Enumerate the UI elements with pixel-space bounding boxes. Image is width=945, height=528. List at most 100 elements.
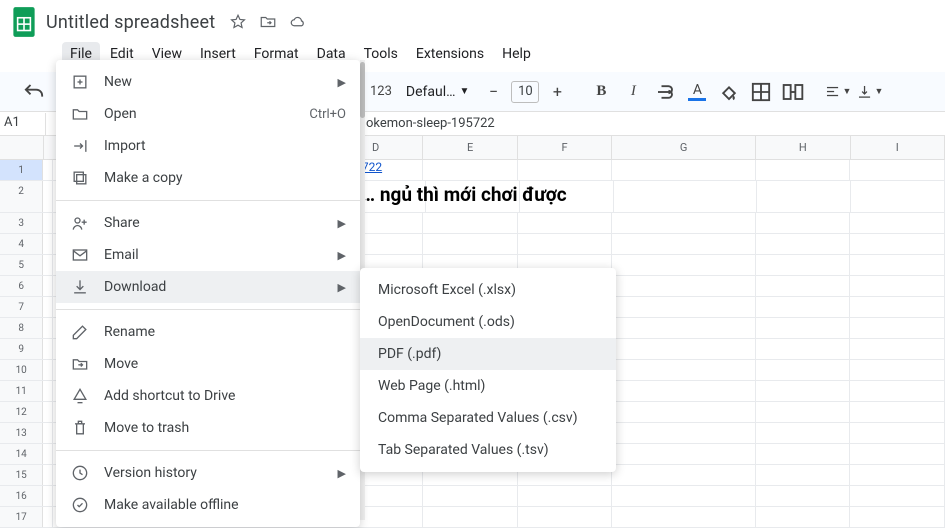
cell[interactable] [43, 160, 53, 180]
col-header[interactable]: G [612, 136, 756, 159]
submenu-item-ods[interactable]: OpenDocument (.ods) [360, 306, 616, 338]
cell[interactable] [850, 276, 945, 296]
cell[interactable] [612, 234, 756, 254]
cell[interactable] [850, 360, 945, 380]
menu-item-make-copy[interactable]: Make a copy [56, 162, 360, 194]
cell[interactable] [43, 444, 53, 464]
cell[interactable] [756, 507, 851, 527]
submenu-item-csv[interactable]: Comma Separated Values (.csv) [360, 402, 616, 434]
cell[interactable] [43, 507, 53, 527]
font-size-decrease[interactable]: − [479, 78, 507, 106]
cell[interactable] [43, 402, 53, 422]
cell[interactable] [423, 213, 518, 233]
italic-button[interactable]: I [619, 78, 647, 106]
cell[interactable] [612, 360, 756, 380]
cell[interactable] [756, 339, 851, 359]
cloud-status-icon[interactable] [289, 13, 307, 31]
menu-item-trash[interactable]: Move to trash [56, 412, 360, 444]
cell[interactable] [850, 465, 945, 485]
name-box[interactable]: A1 [0, 113, 46, 135]
horizontal-align-button[interactable]: ▼ [823, 78, 851, 106]
row-header[interactable]: 12 [0, 402, 43, 422]
submenu-item-xlsx[interactable]: Microsoft Excel (.xlsx) [360, 274, 616, 306]
submenu-item-tsv[interactable]: Tab Separated Values (.tsv) [360, 434, 616, 466]
cell[interactable] [850, 507, 945, 527]
sheets-logo[interactable] [10, 4, 38, 40]
menu-item-add-shortcut[interactable]: Add shortcut to Drive [56, 380, 360, 412]
cell[interactable] [850, 255, 945, 275]
cell[interactable] [756, 234, 851, 254]
cell[interactable] [756, 360, 851, 380]
cell[interactable] [612, 276, 756, 296]
cell[interactable] [756, 402, 851, 422]
row-header[interactable]: 9 [0, 339, 43, 359]
cell[interactable] [612, 318, 756, 338]
fill-color-button[interactable] [715, 78, 743, 106]
cell[interactable] [43, 234, 53, 254]
menu-item-share[interactable]: Share▶ [56, 207, 360, 239]
cell[interactable] [43, 297, 53, 317]
menu-help[interactable]: Help [494, 42, 539, 66]
row-header[interactable]: 8 [0, 318, 43, 338]
row-header[interactable]: 3 [0, 213, 43, 233]
row-header[interactable]: 6 [0, 276, 43, 296]
cell[interactable] [612, 486, 756, 506]
cell[interactable] [43, 360, 53, 380]
merge-cells-button[interactable] [779, 78, 807, 106]
cell[interactable] [43, 181, 53, 212]
cell[interactable] [757, 181, 851, 212]
font-size-input[interactable]: 10 [511, 81, 539, 103]
cell[interactable] [423, 234, 518, 254]
menu-item-rename[interactable]: Rename [56, 316, 360, 348]
cell[interactable] [612, 444, 756, 464]
row-header[interactable]: 14 [0, 444, 43, 464]
cell[interactable] [612, 507, 756, 527]
cell[interactable] [612, 402, 756, 422]
cell[interactable] [850, 297, 945, 317]
cell[interactable] [756, 255, 851, 275]
cell[interactable] [426, 181, 520, 212]
cell[interactable] [614, 181, 757, 212]
row-header[interactable]: 1 [0, 160, 43, 180]
col-header[interactable]: I [851, 136, 945, 159]
cell[interactable] [850, 381, 945, 401]
cell[interactable] [612, 465, 756, 485]
doc-title[interactable]: Untitled spreadsheet [46, 12, 215, 33]
menu-item-email[interactable]: Email▶ [56, 239, 360, 271]
cell[interactable] [756, 444, 851, 464]
cell[interactable] [756, 297, 851, 317]
cell[interactable] [756, 465, 851, 485]
row-header[interactable]: 5 [0, 255, 43, 275]
vertical-align-button[interactable]: ▼ [855, 78, 883, 106]
cell[interactable] [520, 181, 614, 212]
cell[interactable] [518, 507, 613, 527]
menu-item-move[interactable]: Move [56, 348, 360, 380]
row-header[interactable]: 16 [0, 486, 43, 506]
cell[interactable] [43, 339, 53, 359]
cell[interactable] [612, 160, 756, 180]
cell[interactable] [43, 255, 53, 275]
menu-item-version-history[interactable]: Version history▶ [56, 457, 360, 489]
cell[interactable] [756, 423, 851, 443]
text-color-button[interactable]: A [683, 78, 711, 106]
scrollbar-thumb[interactable] [360, 62, 365, 118]
borders-button[interactable] [747, 78, 775, 106]
menu-item-download[interactable]: Download▶ [56, 271, 360, 303]
row-header[interactable]: 2 [0, 181, 43, 212]
cell[interactable] [850, 444, 945, 464]
menu-item-open[interactable]: OpenCtrl+O [56, 98, 360, 130]
menu-item-new[interactable]: New▶ [56, 66, 360, 98]
cell[interactable] [518, 213, 613, 233]
font-family-select[interactable]: Defaul…▼ [400, 84, 476, 100]
cell[interactable] [423, 507, 518, 527]
col-header[interactable]: H [756, 136, 851, 159]
cell[interactable] [43, 213, 53, 233]
cell[interactable] [43, 318, 53, 338]
submenu-item-html[interactable]: Web Page (.html) [360, 370, 616, 402]
cell[interactable] [851, 181, 945, 212]
cell[interactable] [423, 486, 518, 506]
col-header[interactable]: F [518, 136, 613, 159]
cell[interactable] [756, 381, 851, 401]
cell[interactable] [850, 234, 945, 254]
undo-button[interactable] [20, 78, 48, 106]
